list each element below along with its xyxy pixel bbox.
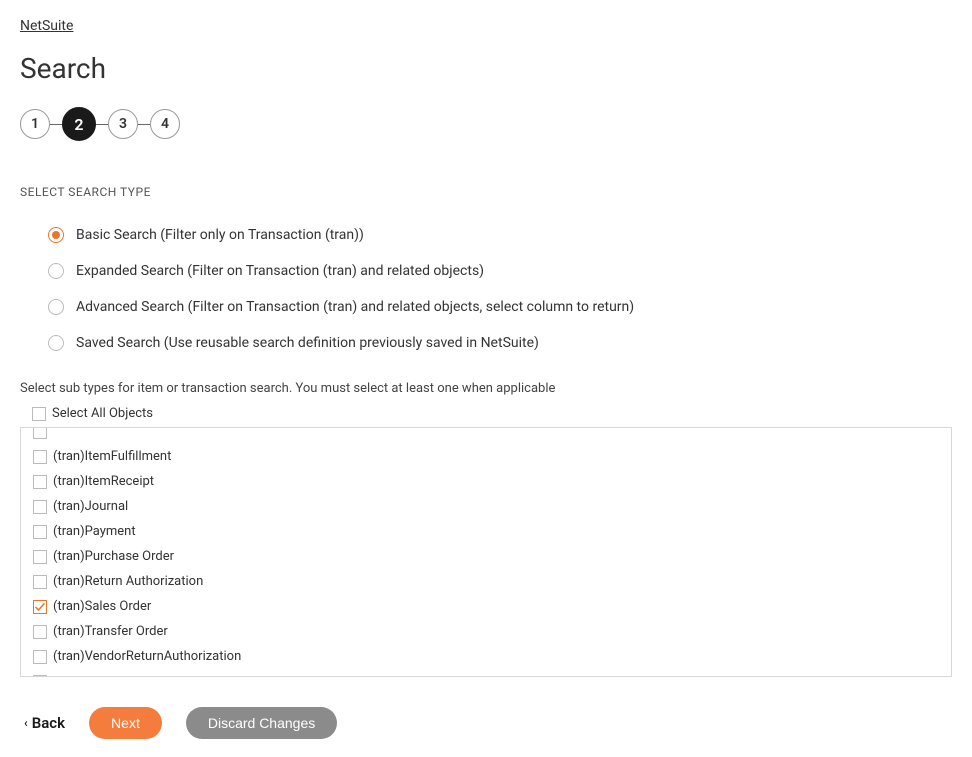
radio-icon bbox=[48, 335, 64, 351]
step-4[interactable]: 4 bbox=[150, 109, 180, 139]
checkbox-icon[interactable] bbox=[33, 575, 47, 589]
checkbox-icon[interactable] bbox=[33, 625, 47, 639]
radio-label: Basic Search (Filter only on Transaction… bbox=[76, 227, 364, 243]
select-all-label: Select All Objects bbox=[52, 406, 153, 421]
list-item[interactable] bbox=[21, 669, 951, 677]
back-button[interactable]: ‹ Back bbox=[24, 714, 65, 732]
step-connector bbox=[96, 124, 108, 125]
list-item[interactable]: (tran)ItemFulfillment bbox=[21, 444, 951, 469]
back-label: Back bbox=[32, 714, 65, 732]
checkbox-icon[interactable] bbox=[33, 600, 47, 614]
radio-expanded-search[interactable]: Expanded Search (Filter on Transaction (… bbox=[48, 253, 972, 289]
radio-icon bbox=[48, 263, 64, 279]
radio-label: Expanded Search (Filter on Transaction (… bbox=[76, 263, 484, 279]
list-item[interactable]: (tran)Purchase Order bbox=[21, 544, 951, 569]
wizard-footer: ‹ Back Next Discard Changes bbox=[0, 691, 972, 757]
step-1[interactable]: 1 bbox=[20, 109, 50, 139]
list-item-label: (tran)Sales Order bbox=[53, 599, 151, 614]
select-search-type-label: SELECT SEARCH TYPE bbox=[0, 141, 972, 199]
checkbox-icon[interactable] bbox=[32, 407, 46, 421]
step-3[interactable]: 3 bbox=[108, 109, 138, 139]
radio-advanced-search[interactable]: Advanced Search (Filter on Transaction (… bbox=[48, 289, 972, 325]
search-type-radio-group: Basic Search (Filter only on Transaction… bbox=[0, 199, 972, 361]
checkbox-icon[interactable] bbox=[33, 550, 47, 564]
list-item-label: (tran)ItemReceipt bbox=[53, 474, 154, 489]
discard-changes-button[interactable]: Discard Changes bbox=[186, 707, 337, 739]
list-item[interactable]: (tran)Transfer Order bbox=[21, 619, 951, 644]
checkbox-icon[interactable] bbox=[33, 500, 47, 514]
radio-icon bbox=[48, 227, 64, 243]
subtypes-hint: Select sub types for item or transaction… bbox=[0, 361, 972, 402]
list-item-label: (tran)Transfer Order bbox=[53, 624, 168, 639]
list-item[interactable]: (tran)Sales Order bbox=[21, 594, 951, 619]
list-item[interactable]: (tran)ItemReceipt bbox=[21, 469, 951, 494]
step-2[interactable]: 2 bbox=[62, 107, 96, 141]
checkbox-icon[interactable] bbox=[33, 475, 47, 489]
list-item[interactable]: (tran)Return Authorization bbox=[21, 569, 951, 594]
list-item-label: (tran)Purchase Order bbox=[53, 549, 174, 564]
list-item-label: (tran)Payment bbox=[53, 524, 136, 539]
checkbox-icon[interactable] bbox=[33, 650, 47, 664]
step-connector bbox=[138, 124, 150, 125]
list-item-label: (tran)Journal bbox=[53, 499, 128, 514]
checkbox-icon[interactable] bbox=[33, 675, 47, 678]
list-item-label: (tran)VendorReturnAuthorization bbox=[53, 649, 241, 664]
step-connector bbox=[50, 124, 62, 125]
breadcrumb-netsuite[interactable]: NetSuite bbox=[0, 0, 73, 34]
radio-label: Saved Search (Use reusable search defini… bbox=[76, 335, 539, 351]
list-item[interactable]: (tran)VendorReturnAuthorization bbox=[21, 644, 951, 669]
checkbox-icon[interactable] bbox=[33, 427, 47, 439]
list-item-label: (tran)ItemFulfillment bbox=[53, 449, 171, 464]
next-button[interactable]: Next bbox=[89, 707, 162, 739]
list-item-label: (tran)Return Authorization bbox=[53, 574, 203, 589]
checkbox-icon[interactable] bbox=[33, 525, 47, 539]
radio-basic-search[interactable]: Basic Search (Filter only on Transaction… bbox=[48, 217, 972, 253]
list-item[interactable] bbox=[21, 427, 951, 444]
radio-icon bbox=[48, 299, 64, 315]
subtypes-list[interactable]: (tran)ItemFulfillment (tran)ItemReceipt (t… bbox=[20, 427, 952, 677]
select-all-row[interactable]: Select All Objects bbox=[0, 402, 972, 427]
chevron-left-icon: ‹ bbox=[24, 716, 28, 730]
list-item[interactable]: (tran)Payment bbox=[21, 519, 951, 544]
checkbox-icon[interactable] bbox=[33, 450, 47, 464]
radio-label: Advanced Search (Filter on Transaction (… bbox=[76, 299, 634, 315]
radio-saved-search[interactable]: Saved Search (Use reusable search defini… bbox=[48, 325, 972, 361]
list-item[interactable]: (tran)Journal bbox=[21, 494, 951, 519]
page-title: Search bbox=[0, 34, 972, 85]
wizard-stepper: 1 2 3 4 bbox=[0, 85, 972, 141]
